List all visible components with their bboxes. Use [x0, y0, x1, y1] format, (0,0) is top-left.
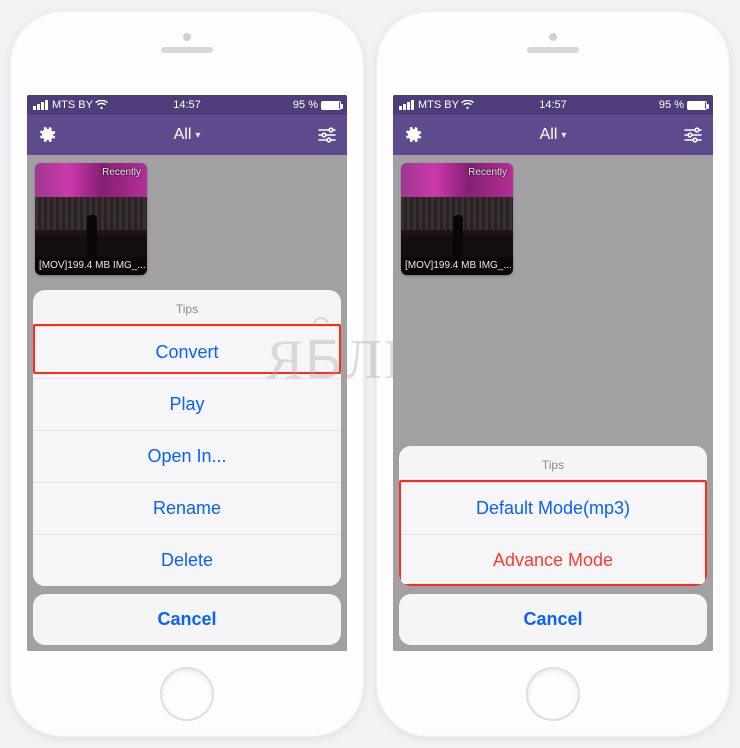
- carrier-label: MTS BY: [52, 99, 93, 111]
- caret-down-icon: ▾: [561, 130, 566, 141]
- action-sheet-cancel-block: Cancel: [399, 594, 707, 645]
- action-rename[interactable]: Rename: [33, 482, 341, 534]
- signal-icon: [33, 100, 48, 110]
- action-convert[interactable]: Convert: [33, 326, 341, 378]
- action-sheet: Tips Convert Play Open In... Rename Dele…: [33, 290, 341, 645]
- settings-button[interactable]: [403, 125, 423, 145]
- action-sheet-header: Tips: [33, 290, 341, 326]
- gear-icon: [37, 125, 57, 145]
- action-default-mode[interactable]: Default Mode(mp3): [399, 482, 707, 534]
- home-button[interactable]: [160, 667, 214, 721]
- phone-right: MTS BY 14:57 95 % All ▾: [376, 11, 730, 737]
- status-bar: MTS BY 14:57 95 %: [393, 95, 713, 115]
- action-sheet: Tips Default Mode(mp3) Advance Mode Canc…: [399, 446, 707, 645]
- gear-icon: [403, 125, 423, 145]
- signal-icon: [399, 100, 414, 110]
- action-sheet-header: Tips: [399, 446, 707, 482]
- battery-icon: [687, 101, 707, 110]
- settings-button[interactable]: [37, 125, 57, 145]
- nav-title-dropdown[interactable]: All ▾: [540, 126, 567, 144]
- filter-icon: [317, 127, 337, 143]
- nav-title-label: All: [540, 126, 558, 144]
- screen-left: MTS BY 14:57 95 % All ▾: [27, 95, 347, 651]
- action-play[interactable]: Play: [33, 378, 341, 430]
- phone-speaker: [527, 47, 579, 53]
- filter-button[interactable]: [317, 127, 337, 143]
- phone-left: MTS BY 14:57 95 % All ▾: [10, 11, 364, 737]
- wifi-icon: [95, 100, 108, 110]
- caret-down-icon: ▾: [195, 130, 200, 141]
- nav-title-dropdown[interactable]: All ▾: [174, 126, 201, 144]
- phone-camera-dot: [183, 33, 191, 41]
- action-sheet-cancel-block: Cancel: [33, 594, 341, 645]
- screen-right: MTS BY 14:57 95 % All ▾: [393, 95, 713, 651]
- action-sheet-main: Tips Default Mode(mp3) Advance Mode: [399, 446, 707, 586]
- status-bar: MTS BY 14:57 95 %: [27, 95, 347, 115]
- action-cancel[interactable]: Cancel: [399, 594, 707, 645]
- action-delete[interactable]: Delete: [33, 534, 341, 586]
- battery-pct-label: 95 %: [659, 99, 684, 111]
- action-cancel[interactable]: Cancel: [33, 594, 341, 645]
- nav-title-label: All: [174, 126, 192, 144]
- nav-bar: All ▾: [27, 115, 347, 155]
- action-sheet-main: Tips Convert Play Open In... Rename Dele…: [33, 290, 341, 586]
- phone-camera-dot: [549, 33, 557, 41]
- filter-button[interactable]: [683, 127, 703, 143]
- phone-speaker: [161, 47, 213, 53]
- battery-pct-label: 95 %: [293, 99, 318, 111]
- home-button[interactable]: [526, 667, 580, 721]
- nav-bar: All ▾: [393, 115, 713, 155]
- action-open-in[interactable]: Open In...: [33, 430, 341, 482]
- carrier-label: MTS BY: [418, 99, 459, 111]
- action-advance-mode[interactable]: Advance Mode: [399, 534, 707, 586]
- battery-icon: [321, 101, 341, 110]
- wifi-icon: [461, 100, 474, 110]
- filter-icon: [683, 127, 703, 143]
